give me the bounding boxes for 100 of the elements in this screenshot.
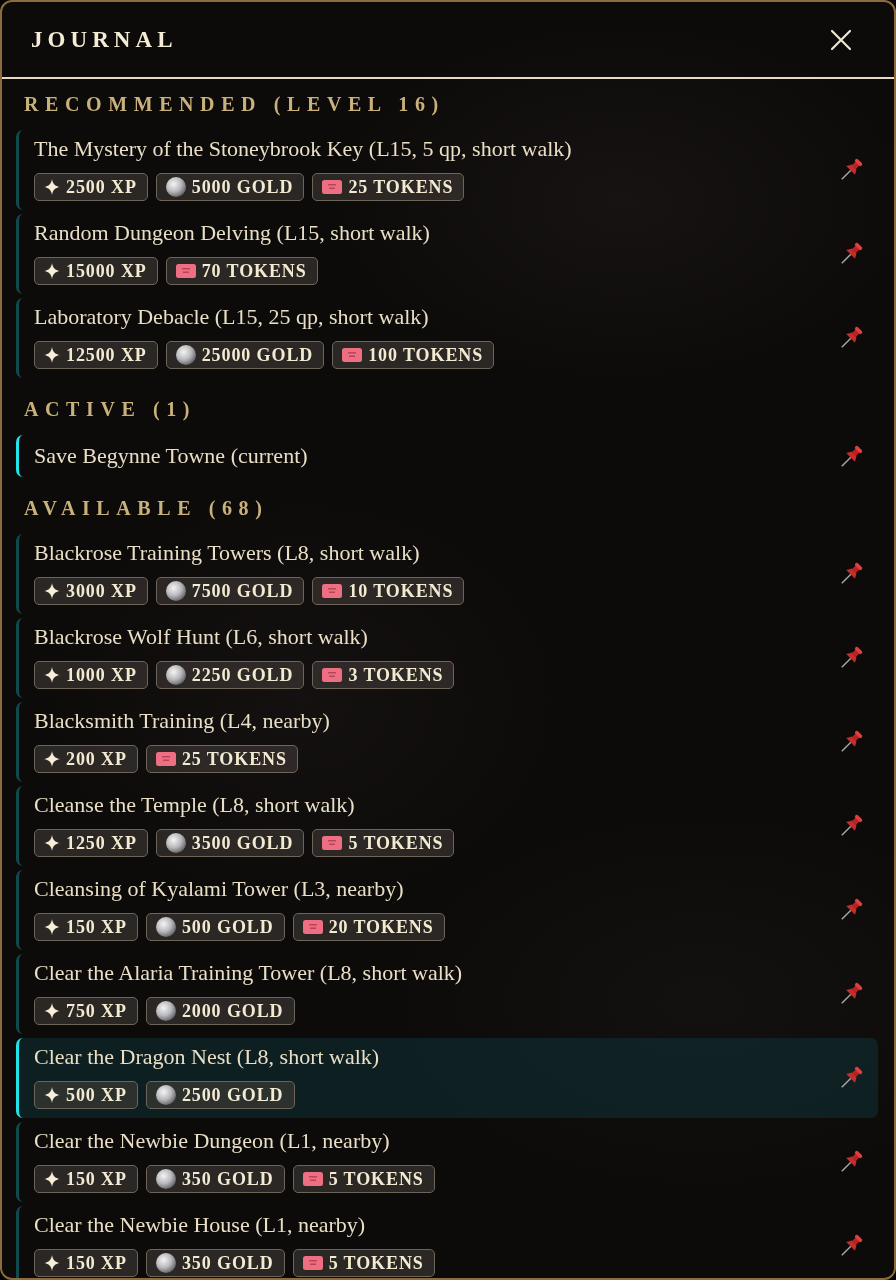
- sparkle-icon: [44, 751, 60, 767]
- sparkle-icon: [44, 347, 60, 363]
- pushpin-icon[interactable]: [840, 1148, 864, 1173]
- sparkle-icon: [44, 179, 60, 195]
- quest-title: Laboratory Debacle (L15, 25 qp, short walk): [34, 304, 429, 330]
- quest-title: Clear the Newbie House (L1, nearby): [34, 1212, 366, 1238]
- pushpin-icon[interactable]: [840, 812, 864, 837]
- ticket-icon: [302, 920, 323, 934]
- reward-amount: 2500 XP: [66, 176, 137, 198]
- quest-title: Random Dungeon Delving (L15, short walk): [34, 220, 430, 246]
- ticket-icon: [322, 180, 343, 194]
- pushpin-icon[interactable]: [840, 240, 864, 265]
- reward-amount: 25 TOKENS: [181, 748, 287, 770]
- reward-amount: 15000 XP: [66, 260, 147, 282]
- quest-title: Cleansing of Kyalami Tower (L3, nearby): [34, 876, 404, 902]
- quest-item[interactable]: Save Begynne Towne (current): [16, 435, 878, 477]
- reward-amount: 1000 XP: [66, 664, 137, 686]
- quest-item[interactable]: Random Dungeon Delving (L15, short walk) 15000 XP 70 TOKENS: [16, 214, 878, 294]
- quest-item[interactable]: Blackrose Wolf Hunt (L6, short walk) 1000 XP 2250 GOLD 3 TOKENS: [16, 618, 878, 698]
- coin-icon: [155, 1085, 176, 1105]
- ticket-icon: [322, 668, 343, 682]
- quest-title: Blackrose Training Towers (L8, short walk): [34, 540, 420, 566]
- reward-amount: 100 TOKENS: [368, 344, 484, 366]
- quest-title: The Mystery of the Stoneybrook Key (L15, 5 qp, short walk): [34, 136, 572, 162]
- sparkle-icon: [44, 263, 60, 279]
- reward-amount: 350 GOLD: [181, 1252, 274, 1274]
- section-heading: AVAILABLE (68): [24, 496, 269, 522]
- coin-icon: [155, 1169, 176, 1189]
- quest-item[interactable]: Cleanse the Temple (L8, short walk) 1250 XP 3500 GOLD 5 TOKENS: [16, 786, 878, 866]
- sparkle-icon: [44, 835, 60, 851]
- quest-item[interactable]: Laboratory Debacle (L15, 25 qp, short walk) 12500 XP 25000 GOLD 100 TOKENS: [16, 298, 878, 378]
- reward-amount: 150 XP: [66, 916, 127, 938]
- quest-item[interactable]: Clear the Newbie House (L1, nearby) 150 XP 350 GOLD 5 TOKENS: [16, 1206, 878, 1278]
- reward-amount: 25000 GOLD: [201, 344, 314, 366]
- reward-amount: 200 XP: [66, 748, 127, 770]
- sparkle-icon: [44, 1003, 60, 1019]
- ticket-icon: [175, 264, 196, 278]
- pushpin-icon[interactable]: [840, 444, 864, 468]
- sparkle-icon: [44, 1171, 60, 1187]
- quest-title: Blacksmith Training (L4, nearby): [34, 708, 330, 734]
- reward-amount: 500 XP: [66, 1084, 127, 1106]
- section-heading: RECOMMENDED (LEVEL 16): [24, 92, 445, 118]
- reward-amount: 2500 GOLD: [181, 1084, 284, 1106]
- reward-amount: 5 TOKENS: [328, 1168, 424, 1190]
- quest-item[interactable]: Cleansing of Kyalami Tower (L3, nearby) 150 XP 500 GOLD 20 TOKENS: [16, 870, 878, 950]
- sparkle-icon: [44, 919, 60, 935]
- reward-amount: 500 GOLD: [181, 916, 274, 938]
- quest-item[interactable]: Clear the Alaria Training Tower (L8, short walk) 750 XP 2000 GOLD: [16, 954, 878, 1034]
- reward-amount: 150 XP: [66, 1168, 127, 1190]
- quest-item[interactable]: Clear the Dragon Nest (L8, short walk) 500 XP 2500 GOLD: [16, 1038, 878, 1118]
- coin-icon: [155, 1253, 176, 1273]
- pushpin-icon[interactable]: [840, 1232, 864, 1257]
- ticket-icon: [302, 1256, 323, 1270]
- quest-title: Clear the Alaria Training Tower (L8, short walk): [34, 960, 463, 986]
- reward-amount: 20 TOKENS: [328, 916, 434, 938]
- coin-icon: [165, 177, 186, 197]
- reward-amount: 3000 XP: [66, 580, 137, 602]
- section-heading: ACTIVE (1): [24, 397, 197, 423]
- reward-amount: 2250 GOLD: [191, 664, 294, 686]
- sparkle-icon: [44, 1255, 60, 1271]
- sparkle-icon: [44, 583, 60, 599]
- pushpin-icon[interactable]: [840, 1064, 864, 1089]
- coin-icon: [175, 345, 196, 365]
- reward-amount: 150 XP: [66, 1252, 127, 1274]
- reward-amount: 350 GOLD: [181, 1168, 274, 1190]
- pushpin-icon[interactable]: [840, 980, 864, 1005]
- quest-title: Clear the Newbie Dungeon (L1, nearby): [34, 1128, 390, 1154]
- ticket-icon: [302, 1172, 323, 1186]
- ticket-icon: [342, 348, 363, 362]
- close-icon: [829, 27, 853, 52]
- reward-amount: 5 TOKENS: [348, 832, 444, 854]
- quest-title: Save Begynne Towne (current): [34, 443, 308, 469]
- quest-item[interactable]: Blacksmith Training (L4, nearby) 200 XP 25 TOKENS: [16, 702, 878, 782]
- reward-amount: 5 TOKENS: [328, 1252, 424, 1274]
- reward-amount: 10 TOKENS: [348, 580, 454, 602]
- reward-amount: 1250 XP: [66, 832, 137, 854]
- window-title: JOURNAL: [31, 26, 178, 53]
- reward-amount: 750 XP: [66, 1000, 127, 1022]
- coin-icon: [165, 833, 186, 853]
- pushpin-icon[interactable]: [840, 324, 864, 349]
- pushpin-icon[interactable]: [840, 728, 864, 753]
- quest-title: Blackrose Wolf Hunt (L6, short walk): [34, 624, 368, 650]
- reward-amount: 2000 GOLD: [181, 1000, 284, 1022]
- pushpin-icon[interactable]: [840, 896, 864, 921]
- coin-icon: [155, 1001, 176, 1021]
- quest-title: Cleanse the Temple (L8, short walk): [34, 792, 355, 818]
- reward-amount: 5000 GOLD: [191, 176, 294, 198]
- quest-item[interactable]: Clear the Newbie Dungeon (L1, nearby) 150 XP 350 GOLD 5 TOKENS: [16, 1122, 878, 1202]
- pushpin-icon[interactable]: [840, 156, 864, 181]
- pushpin-icon[interactable]: [840, 644, 864, 669]
- pushpin-icon[interactable]: [840, 560, 864, 585]
- reward-amount: 3500 GOLD: [191, 832, 294, 854]
- quest-item[interactable]: Blackrose Training Towers (L8, short walk) 3000 XP 7500 GOLD 10 TOKENS: [16, 534, 878, 614]
- close-button[interactable]: [829, 27, 853, 52]
- ticket-icon: [322, 584, 343, 598]
- quest-title: Clear the Dragon Nest (L8, short walk): [34, 1044, 380, 1070]
- quest-item[interactable]: The Mystery of the Stoneybrook Key (L15, 5 qp, short walk) 2500 XP 5000 GOLD 25 TOKENS: [16, 130, 878, 210]
- sparkle-icon: [44, 667, 60, 683]
- reward-amount: 7500 GOLD: [191, 580, 294, 602]
- coin-icon: [155, 917, 176, 937]
